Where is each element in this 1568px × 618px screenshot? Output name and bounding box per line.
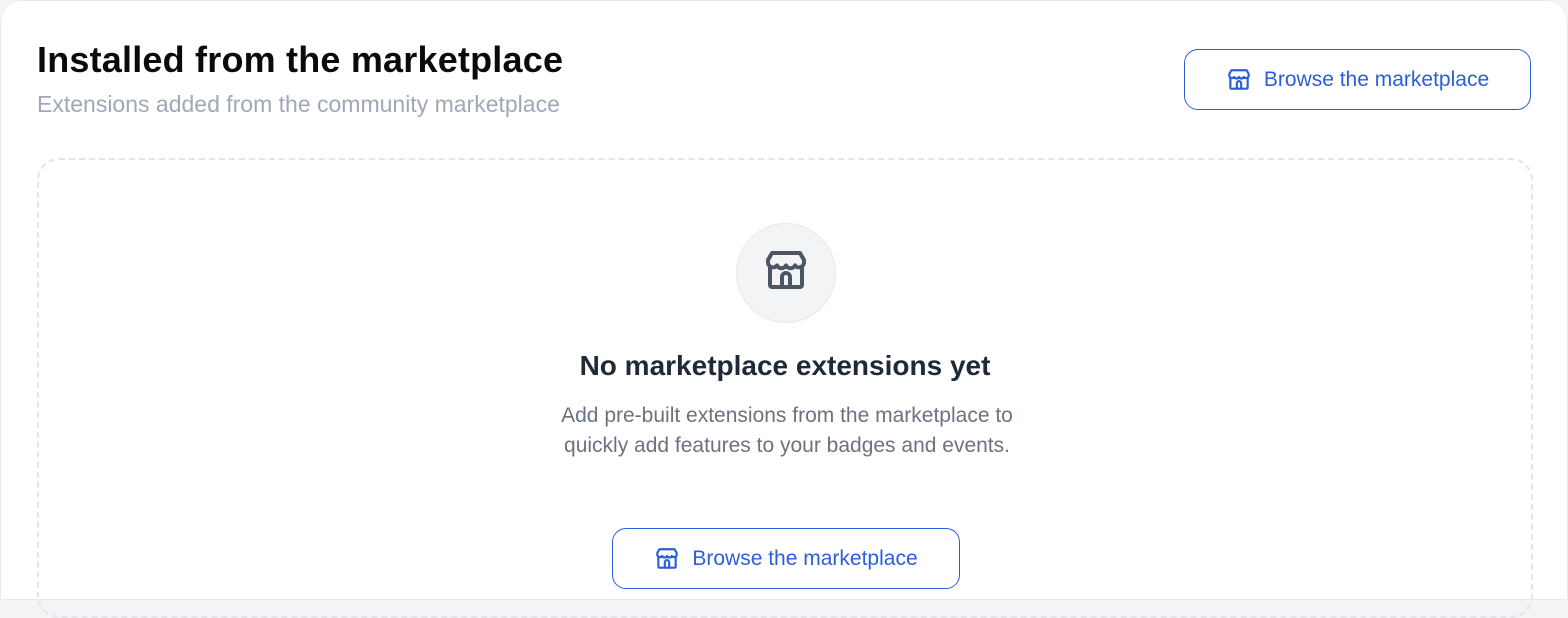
store-icon (654, 546, 680, 572)
empty-state: No marketplace extensions yet Add pre-bu… (37, 158, 1533, 618)
empty-state-browse-button[interactable]: Browse the marketplace (612, 528, 960, 589)
section-header: Installed from the marketplace Extension… (37, 37, 1531, 127)
section-title: Installed from the marketplace (37, 39, 564, 80)
browse-marketplace-label: Browse the marketplace (1263, 67, 1490, 91)
browse-marketplace-button[interactable]: Browse the marketplace (1184, 49, 1531, 110)
store-icon (762, 247, 810, 300)
section-subtitle: Extensions added from the community mark… (37, 91, 560, 117)
empty-state-icon-circle (736, 223, 836, 323)
empty-state-description: Add pre-built extensions from the market… (561, 404, 1013, 457)
empty-state-browse-label: Browse the marketplace (692, 546, 918, 570)
store-icon (1226, 67, 1252, 93)
empty-state-title: No marketplace extensions yet (579, 350, 991, 381)
marketplace-section-card: Installed from the marketplace Extension… (0, 0, 1568, 618)
